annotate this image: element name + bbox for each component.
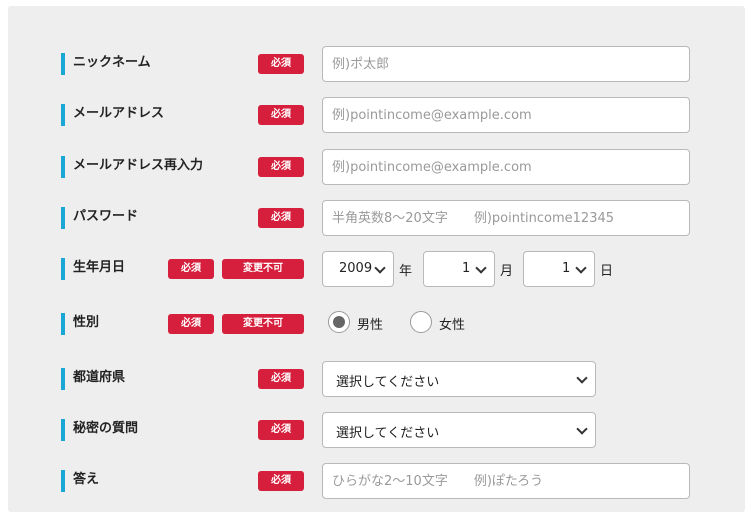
email-confirm-label: メールアドレス再入力 xyxy=(73,158,204,173)
gender-row: 性別 必須 変更不可 男性 女性 xyxy=(8,306,745,344)
nickname-label: ニックネーム xyxy=(73,55,151,70)
required-badge: 必須 xyxy=(258,471,304,491)
birth-day-select[interactable]: 1 xyxy=(523,251,595,287)
required-badge: 必須 xyxy=(168,314,214,334)
radio-button-selected[interactable] xyxy=(328,311,350,333)
prefecture-select[interactable]: 選択してください xyxy=(322,361,596,397)
required-badge: 必須 xyxy=(258,420,304,440)
birthdate-label: 生年月日 xyxy=(73,260,126,275)
label-accent-bar xyxy=(61,470,65,492)
prefecture-row: 都道府県 必須 選択してください xyxy=(8,361,745,399)
radio-button[interactable] xyxy=(410,311,432,333)
gender-option-label: 女性 xyxy=(439,318,466,333)
required-badge: 必須 xyxy=(258,54,304,74)
birth-year-select[interactable]: 2009 xyxy=(322,251,394,287)
secret-question-select-value: 選択してください xyxy=(336,426,440,441)
secret-question-row: 秘密の質問 必須 選択してください xyxy=(8,412,745,450)
nickname-row: ニックネーム 必須 xyxy=(8,46,745,84)
chevron-down-icon xyxy=(576,423,588,435)
label-accent-bar xyxy=(61,207,65,229)
prefecture-select-value: 選択してください xyxy=(336,375,440,390)
label-accent-bar xyxy=(61,156,65,178)
label-accent-bar xyxy=(61,104,65,126)
secret-question-select[interactable]: 選択してください xyxy=(322,412,596,448)
required-badge: 必須 xyxy=(168,259,214,279)
unchangeable-badge: 変更不可 xyxy=(222,314,304,334)
nickname-input[interactable] xyxy=(322,46,690,82)
password-row: パスワード 必須 xyxy=(8,200,745,238)
label-accent-bar xyxy=(61,53,65,75)
email-confirm-row: メールアドレス再入力 必須 xyxy=(8,149,745,187)
required-badge: 必須 xyxy=(258,208,304,228)
label-accent-bar xyxy=(61,258,65,280)
secret-question-label: 秘密の質問 xyxy=(73,421,139,436)
birth-year-value: 2009 xyxy=(339,261,373,276)
month-unit: 月 xyxy=(500,264,514,279)
registration-form-panel: ニックネーム 必須 メールアドレス 必須 メールアドレス再入力 必須 パスワード… xyxy=(8,6,745,512)
email-input[interactable] xyxy=(322,97,690,133)
chevron-down-icon xyxy=(475,262,487,274)
day-unit: 日 xyxy=(600,264,614,279)
answer-label: 答え xyxy=(73,472,100,487)
email-label: メールアドレス xyxy=(73,106,165,121)
email-confirm-input[interactable] xyxy=(322,149,690,185)
birth-month-value: 1 xyxy=(462,261,471,276)
chevron-down-icon xyxy=(374,262,386,274)
gender-male-option[interactable]: 男性 xyxy=(328,311,388,335)
required-badge: 必須 xyxy=(258,369,304,389)
gender-option-label: 男性 xyxy=(357,318,384,333)
birthdate-row: 生年月日 必須 変更不可 2009 年 1 月 1 日 xyxy=(8,251,745,289)
email-row: メールアドレス 必須 xyxy=(8,97,745,135)
label-accent-bar xyxy=(61,313,65,335)
chevron-down-icon xyxy=(576,372,588,384)
prefecture-label: 都道府県 xyxy=(73,370,126,385)
password-label: パスワード xyxy=(73,209,139,224)
required-badge: 必須 xyxy=(258,157,304,177)
birth-month-select[interactable]: 1 xyxy=(423,251,495,287)
gender-label: 性別 xyxy=(73,315,100,330)
birth-day-value: 1 xyxy=(562,261,571,276)
answer-row: 答え 必須 xyxy=(8,463,745,501)
year-unit: 年 xyxy=(399,264,413,279)
chevron-down-icon xyxy=(575,262,587,274)
answer-input[interactable] xyxy=(322,463,690,499)
required-badge: 必須 xyxy=(258,105,304,125)
password-input[interactable] xyxy=(322,200,690,236)
label-accent-bar xyxy=(61,419,65,441)
label-accent-bar xyxy=(61,368,65,390)
unchangeable-badge: 変更不可 xyxy=(222,259,304,279)
gender-female-option[interactable]: 女性 xyxy=(410,311,470,335)
